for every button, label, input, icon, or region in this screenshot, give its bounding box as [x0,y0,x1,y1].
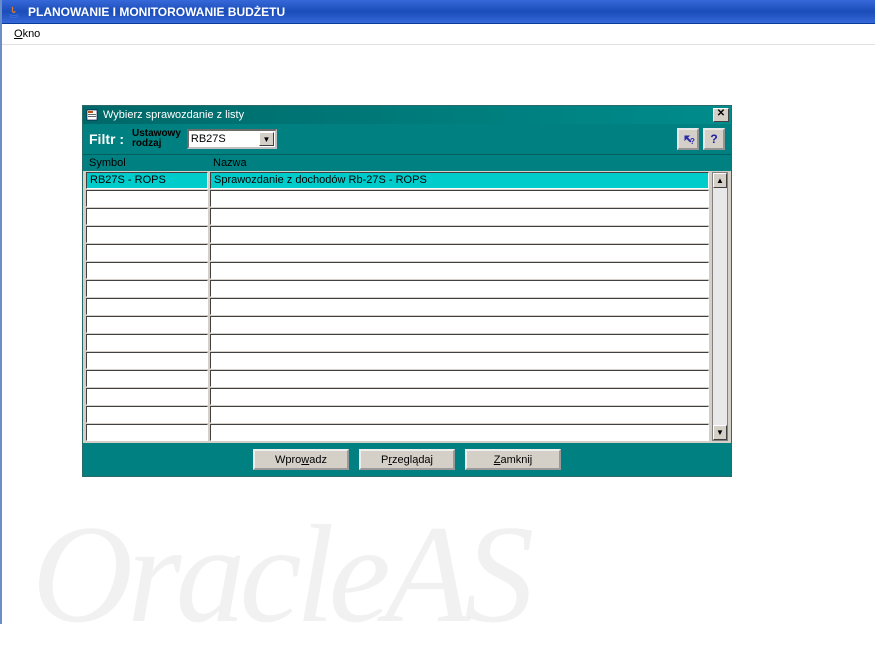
cell-nazwa[interactable] [210,298,709,315]
scroll-track[interactable] [713,188,727,425]
cell-nazwa[interactable] [210,316,709,333]
cell-nazwa[interactable]: Sprawozdanie z dochodów Rb-27S - ROPS [210,172,709,189]
table-row[interactable] [85,315,710,333]
dialog-title: Wybierz sprawozdanie z listy [103,109,713,121]
przegladaj-button[interactable]: Przeglądaj [359,449,455,470]
table-row[interactable] [85,369,710,387]
cell-symbol[interactable] [86,298,208,315]
menu-okno[interactable]: Okno [8,26,46,42]
cell-symbol[interactable] [86,226,208,243]
cell-nazwa[interactable] [210,352,709,369]
dialog-icon [85,108,99,122]
grid-body[interactable]: RB27S - ROPSSprawozdanie z dochodów Rb-2… [85,171,710,441]
cell-nazwa[interactable] [210,226,709,243]
cell-nazwa[interactable] [210,388,709,405]
grid-header: Symbol Nazwa [83,155,731,171]
cell-symbol[interactable] [86,208,208,225]
vertical-scrollbar[interactable]: ▲ ▼ [712,172,728,441]
cell-nazwa[interactable] [210,406,709,423]
table-row[interactable] [85,189,710,207]
cell-symbol[interactable]: RB27S - ROPS [86,172,208,189]
cell-symbol[interactable] [86,352,208,369]
cell-symbol[interactable] [86,406,208,423]
cell-nazwa[interactable] [210,190,709,207]
table-row[interactable] [85,279,710,297]
table-row[interactable] [85,387,710,405]
filter-bar: Filtr : Ustawowy rodzaj RB27S ▼ ? ? [83,124,731,155]
cell-symbol[interactable] [86,316,208,333]
cell-nazwa[interactable] [210,244,709,261]
help-arrow-button[interactable]: ? [677,128,699,150]
watermark: OracleAS [32,494,528,655]
cell-nazwa[interactable] [210,370,709,387]
table-row[interactable]: RB27S - ROPSSprawozdanie z dochodów Rb-2… [85,171,710,189]
zamknij-button[interactable]: Zamknij [465,449,561,470]
cell-symbol[interactable] [86,388,208,405]
column-header-symbol: Symbol [89,157,213,169]
select-report-dialog: Wybierz sprawozdanie z listy ✕ Filtr : U… [82,105,732,477]
dialog-close-button[interactable]: ✕ [713,108,729,122]
table-row[interactable] [85,207,710,225]
cell-nazwa[interactable] [210,208,709,225]
table-row[interactable] [85,225,710,243]
java-icon [6,4,22,20]
main-window-titlebar: PLANOWANIE I MONITOROWANIE BUDŻETU [2,0,875,24]
scroll-down-button[interactable]: ▼ [713,425,727,440]
table-row[interactable] [85,423,710,441]
button-bar: Wprowadz Przeglądaj Zamknij [83,443,731,476]
menubar: Okno [2,24,875,45]
filter-rodzaj-select[interactable]: RB27S ▼ [187,129,277,149]
column-header-nazwa: Nazwa [213,157,725,169]
table-row[interactable] [85,243,710,261]
cell-nazwa[interactable] [210,262,709,279]
cell-symbol[interactable] [86,370,208,387]
cell-symbol[interactable] [86,424,208,441]
table-row[interactable] [85,333,710,351]
cell-symbol[interactable] [86,262,208,279]
cell-nazwa[interactable] [210,424,709,441]
cell-nazwa[interactable] [210,280,709,297]
cell-symbol[interactable] [86,244,208,261]
table-row[interactable] [85,297,710,315]
help-button[interactable]: ? [703,128,725,150]
scroll-up-button[interactable]: ▲ [713,173,727,188]
cell-symbol[interactable] [86,280,208,297]
main-window-title: PLANOWANIE I MONITOROWANIE BUDŻETU [28,5,285,19]
dialog-titlebar: Wybierz sprawozdanie z listy ✕ [83,106,731,124]
filter-label: Filtr : [89,131,124,147]
cell-nazwa[interactable] [210,334,709,351]
filter-select-value: RB27S [191,133,226,145]
dropdown-icon[interactable]: ▼ [259,132,274,146]
table-row[interactable] [85,405,710,423]
filter-sublabel: Ustawowy rodzaj [132,129,181,149]
table-row[interactable] [85,261,710,279]
cell-symbol[interactable] [86,190,208,207]
cell-symbol[interactable] [86,334,208,351]
table-row[interactable] [85,351,710,369]
svg-text:?: ? [690,137,695,146]
wprowadz-button[interactable]: Wprowadz [253,449,349,470]
